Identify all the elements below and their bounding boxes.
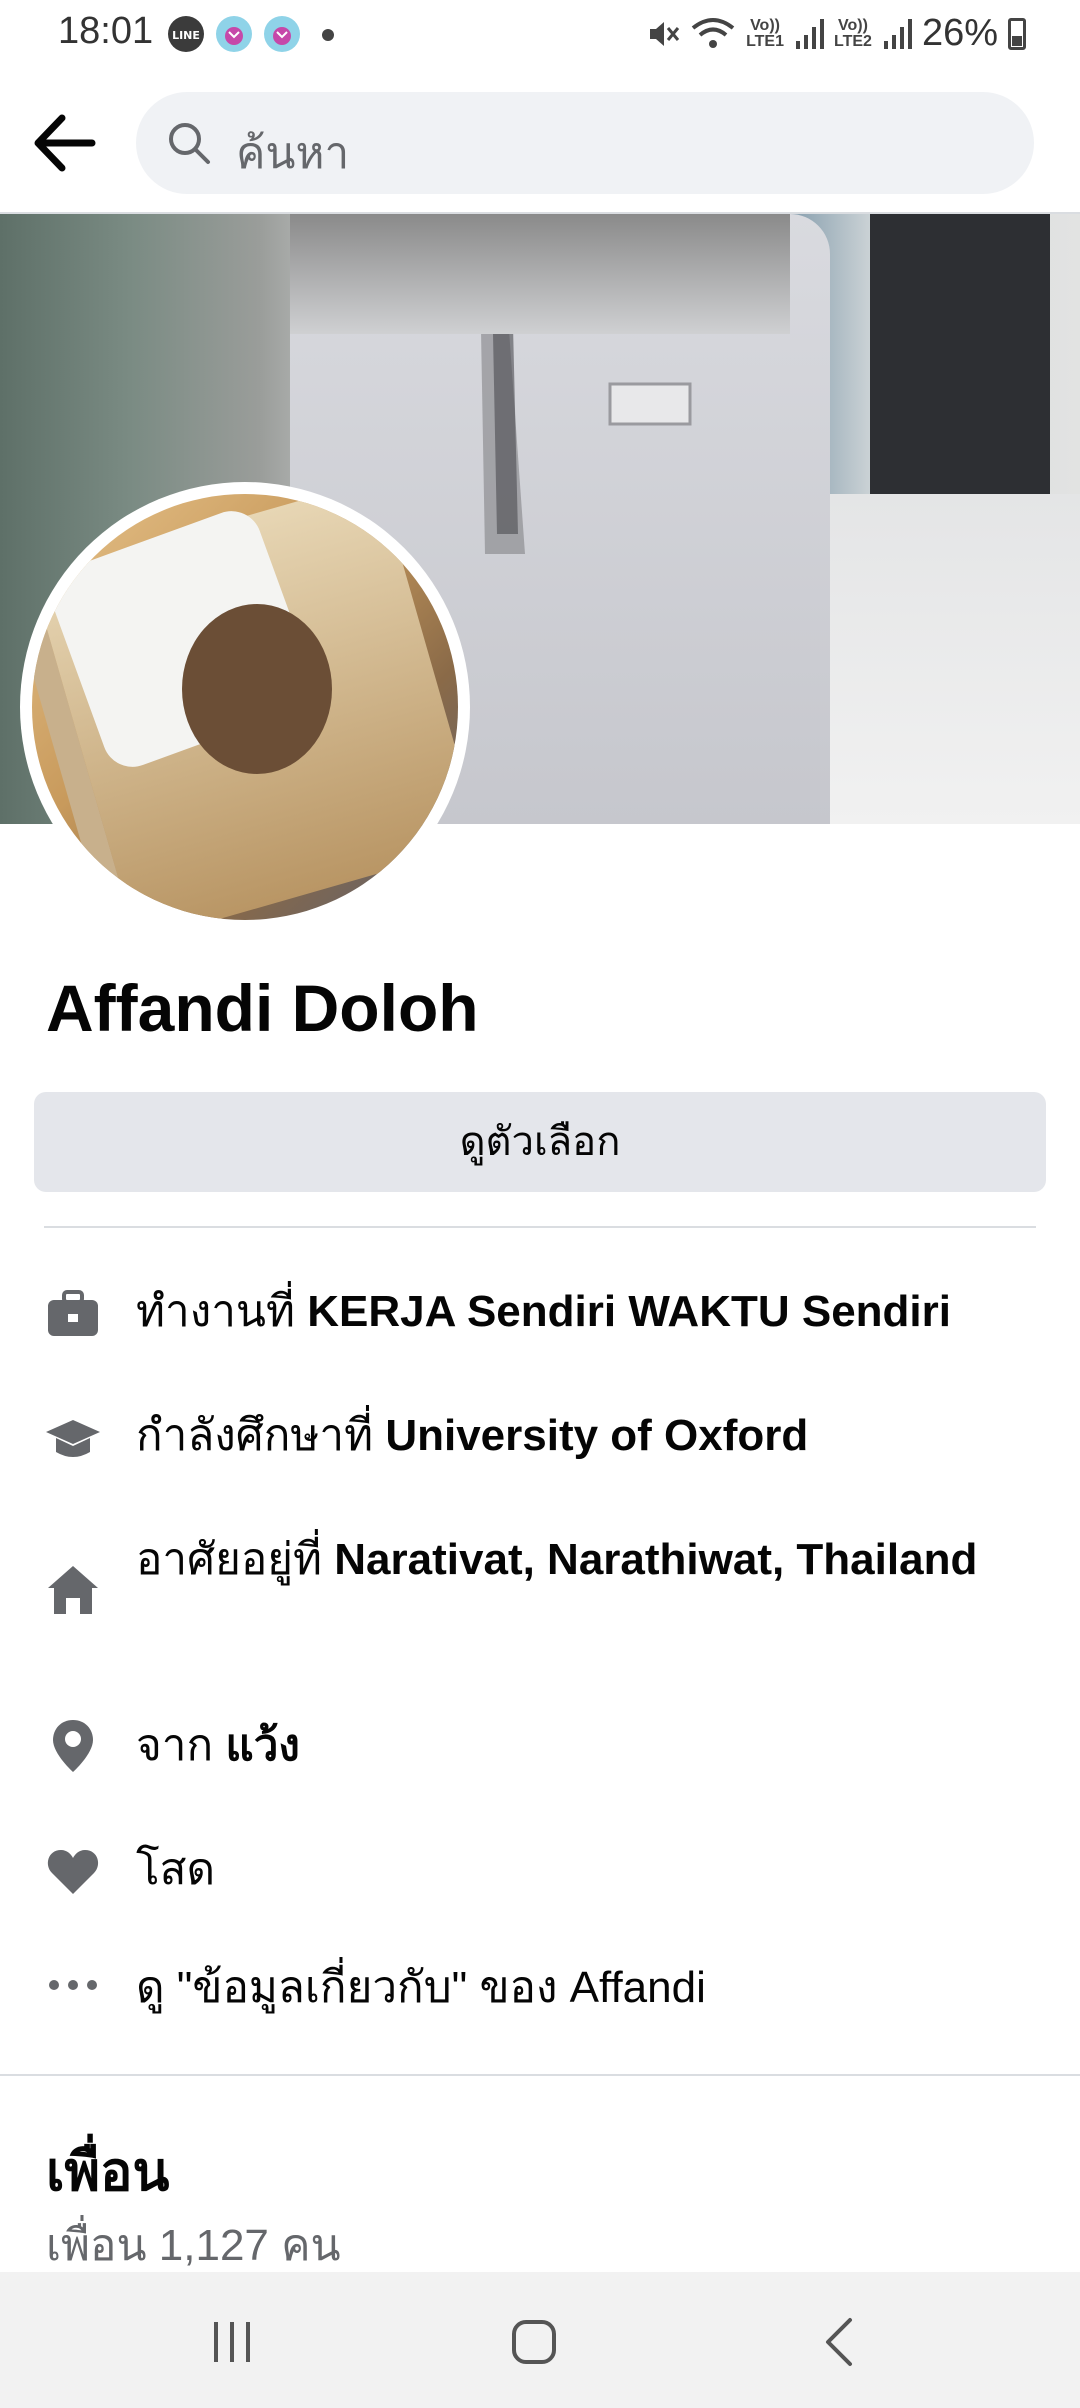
more-notifications-dot bbox=[322, 29, 334, 41]
back-button[interactable] bbox=[28, 106, 108, 180]
search-icon bbox=[169, 123, 210, 164]
see-about-link[interactable]: ดู "ข้อมูลเกี่ยวกับ" ของ Affandi bbox=[136, 1956, 1016, 2019]
detail-relationship-text: โสด bbox=[136, 1845, 216, 1894]
status-time: 18:01 bbox=[58, 10, 154, 52]
status-bar: 18:01 LINE Vo)) LTE1 Vo)) LTE2 26% bbox=[0, 0, 1080, 72]
detail-lives-in-text: อาศัยอยู่ที่ Narativat, Narathiwat, Thai… bbox=[136, 1535, 978, 1584]
signal-icon bbox=[796, 18, 824, 49]
home-circle-icon bbox=[512, 2320, 556, 2364]
signal-icon bbox=[883, 18, 912, 49]
school-link[interactable]: University of Oxford bbox=[385, 1411, 808, 1460]
cover-scarf bbox=[290, 214, 790, 334]
graduation-cap-icon bbox=[46, 1420, 100, 1457]
location-link[interactable]: Narativat, Narathiwat, Thailand bbox=[334, 1535, 977, 1584]
avatar bbox=[32, 494, 458, 920]
friends-heading: เพื่อน bbox=[46, 2142, 170, 2202]
battery-percent: 26% bbox=[921, 12, 998, 54]
profile-picture[interactable] bbox=[20, 482, 470, 932]
cover-background bbox=[870, 214, 1050, 494]
section-divider bbox=[0, 2074, 1080, 2076]
home-button[interactable] bbox=[494, 2302, 574, 2382]
detail-from-text: จาก แว้ง bbox=[136, 1721, 300, 1770]
location-pin-icon bbox=[53, 1720, 93, 1772]
detail-education-text: กำลังศึกษาที่ University of Oxford bbox=[136, 1411, 809, 1460]
profile-name: Affandi Doloh bbox=[46, 971, 479, 1045]
chevron-left-icon bbox=[826, 2318, 852, 2366]
briefcase-icon bbox=[48, 1290, 98, 1336]
friends-count[interactable]: เพื่อน 1,127 คน bbox=[46, 2210, 341, 2280]
top-bar: ค้นหา bbox=[0, 72, 1080, 214]
workplace-link[interactable]: KERJA Sendiri WAKTU Sendiri bbox=[307, 1287, 951, 1336]
avatar-face bbox=[182, 604, 332, 774]
search-input[interactable]: ค้นหา bbox=[136, 92, 1034, 194]
divider bbox=[44, 1226, 1036, 1228]
wifi-icon bbox=[691, 17, 735, 48]
system-back-button[interactable] bbox=[800, 2302, 880, 2382]
home-icon bbox=[48, 1566, 98, 1614]
cover-floor bbox=[830, 494, 1080, 824]
view-options-button[interactable]: ดูตัวเลือก bbox=[34, 1092, 1046, 1192]
status-indicators: Vo)) LTE1 Vo)) LTE2 26% bbox=[644, 12, 1026, 55]
detail-work-text: ทำงานที่ KERJA Sendiri WAKTU Sendiri bbox=[136, 1287, 951, 1336]
heart-icon bbox=[47, 1850, 99, 1894]
mute-icon bbox=[650, 21, 680, 46]
recent-apps-icon bbox=[214, 2322, 250, 2362]
system-nav-bar bbox=[0, 2272, 1080, 2408]
app-notification-icon bbox=[216, 16, 252, 52]
more-dots-icon bbox=[49, 1980, 97, 1990]
search-placeholder: ค้นหา bbox=[236, 129, 350, 178]
lte2-indicator: Vo)) LTE2 bbox=[834, 16, 872, 50]
hometown-link[interactable]: แว้ง bbox=[225, 1721, 300, 1770]
line-icon: LINE bbox=[168, 16, 204, 52]
svg-text:LINE: LINE bbox=[172, 29, 200, 42]
lte1-indicator: Vo)) LTE1 bbox=[746, 16, 784, 50]
back-arrow-icon bbox=[34, 114, 96, 172]
app-notification-icon bbox=[264, 16, 300, 52]
battery-icon bbox=[1008, 17, 1026, 50]
recent-apps-button[interactable] bbox=[192, 2302, 272, 2382]
